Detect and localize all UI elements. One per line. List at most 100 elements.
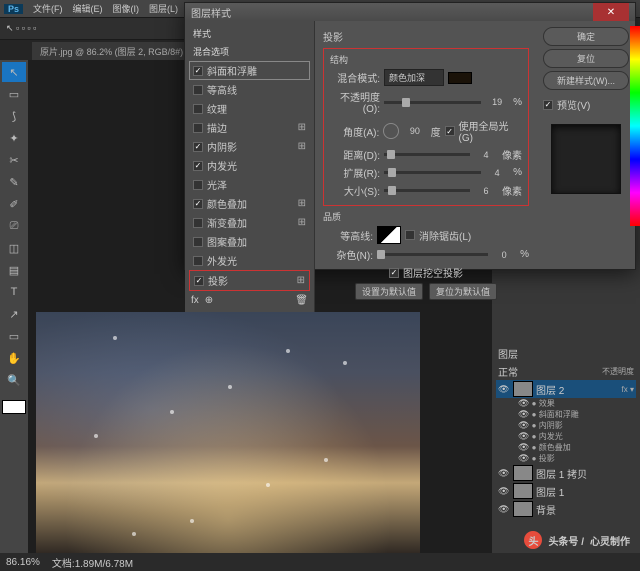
new-style-button[interactable]: 新建样式(W)... <box>543 71 629 90</box>
size-slider[interactable] <box>384 189 470 192</box>
layers-tab[interactable]: 图层 <box>496 344 636 363</box>
style-item[interactable]: 光泽 <box>189 175 310 194</box>
blend-select[interactable]: 颜色加深 <box>384 69 444 86</box>
lasso-tool[interactable]: ⟆ <box>2 106 26 126</box>
global-light-checkbox[interactable] <box>445 126 455 136</box>
fx-icon[interactable]: fx <box>191 295 199 306</box>
wand-tool[interactable]: ✦ <box>2 128 26 148</box>
menu-layer[interactable]: 图层(L) <box>145 2 182 15</box>
layer-row[interactable]: 👁 ● 内阴影 <box>496 420 636 431</box>
layer-thumb[interactable] <box>513 483 533 499</box>
style-item[interactable]: 颜色叠加⊞ <box>189 194 310 213</box>
style-checkbox[interactable] <box>193 180 203 190</box>
dialog-titlebar[interactable]: 图层样式 ✕ <box>185 3 635 21</box>
marquee-tool[interactable]: ▭ <box>2 84 26 104</box>
move-tool[interactable]: ↖ <box>2 62 26 82</box>
layer-row[interactable]: 👁 ● 斜面和浮雕 <box>496 409 636 420</box>
spread-value[interactable]: 4 <box>485 168 509 178</box>
eraser-tool[interactable]: ◫ <box>2 238 26 258</box>
style-item[interactable]: 等高线 <box>189 80 310 99</box>
plus-icon[interactable]: ⊞ <box>297 275 305 286</box>
layer-row[interactable]: 👁 ● 效果 <box>496 398 636 409</box>
noise-slider[interactable] <box>377 253 488 256</box>
visibility-icon[interactable]: 👁 <box>498 384 510 395</box>
angle-value[interactable]: 90 <box>403 126 427 136</box>
zoom-level[interactable]: 86.16% <box>6 557 40 568</box>
color-picker-strip[interactable] <box>630 26 640 226</box>
style-checkbox[interactable] <box>193 123 203 133</box>
spread-slider[interactable] <box>384 171 481 174</box>
style-checkbox[interactable] <box>193 85 203 95</box>
layer-name[interactable]: 图层 1 拷贝 <box>536 466 587 481</box>
style-item[interactable]: 内发光 <box>189 156 310 175</box>
style-item[interactable]: 描边⊞ <box>189 118 310 137</box>
cancel-button[interactable]: 复位 <box>543 49 629 68</box>
style-item[interactable]: 外发光 <box>189 251 310 270</box>
style-item[interactable]: 投影⊞ <box>189 270 310 291</box>
ok-button[interactable]: 确定 <box>543 27 629 46</box>
layer-name[interactable]: 图层 1 <box>536 484 564 499</box>
style-checkbox[interactable] <box>193 66 203 76</box>
crop-tool[interactable]: ✂ <box>2 150 26 170</box>
noise-value[interactable]: 0 <box>492 250 516 260</box>
visibility-icon[interactable]: 👁 <box>518 409 529 419</box>
preview-checkbox[interactable] <box>543 100 553 110</box>
shadow-color[interactable] <box>448 72 472 84</box>
zoom-tool[interactable]: 🔍 <box>2 370 26 390</box>
layer-thumb[interactable] <box>513 501 533 517</box>
menu-edit[interactable]: 编辑(E) <box>69 2 107 15</box>
hand-tool[interactable]: ✋ <box>2 348 26 368</box>
visibility-icon[interactable]: 👁 <box>518 431 529 441</box>
style-item[interactable]: 图案叠加 <box>189 232 310 251</box>
stamp-tool[interactable]: ⎚ <box>2 216 26 236</box>
menu-file[interactable]: 文件(F) <box>29 2 67 15</box>
document-tab[interactable]: 原片.jpg @ 86.2% (图层 2, RGB/8#) * <box>32 42 197 60</box>
style-item[interactable]: 渐变叠加⊞ <box>189 213 310 232</box>
layer-row[interactable]: 👁 ● 颜色叠加 <box>496 442 636 453</box>
distance-value[interactable]: 4 <box>474 150 498 160</box>
style-item[interactable]: 斜面和浮雕 <box>189 61 310 80</box>
text-tool[interactable]: T <box>2 282 26 302</box>
reset-default-button[interactable]: 复位为默认值 <box>429 283 497 300</box>
style-checkbox[interactable] <box>193 199 203 209</box>
trash-icon[interactable]: 🗑 <box>295 295 308 306</box>
layer-thumb[interactable] <box>513 381 533 397</box>
layer-row[interactable]: 👁 背景 <box>496 500 636 518</box>
contour-picker[interactable] <box>377 226 401 244</box>
style-item[interactable]: 内阴影⊞ <box>189 137 310 156</box>
antialias-checkbox[interactable] <box>405 230 415 240</box>
visibility-icon[interactable]: 👁 <box>498 486 510 497</box>
foreground-color[interactable] <box>2 400 26 414</box>
visibility-icon[interactable]: 👁 <box>518 398 529 408</box>
style-checkbox[interactable] <box>193 237 203 247</box>
plus-icon[interactable]: ⊞ <box>298 217 306 228</box>
style-checkbox[interactable] <box>193 142 203 152</box>
blend-options[interactable]: 混合选项 <box>189 43 310 60</box>
layer-name[interactable]: 图层 2 <box>536 382 564 397</box>
set-default-button[interactable]: 设置为默认值 <box>355 283 423 300</box>
style-checkbox[interactable] <box>194 276 204 286</box>
visibility-icon[interactable]: 👁 <box>518 453 529 463</box>
distance-slider[interactable] <box>384 153 470 156</box>
style-checkbox[interactable] <box>193 104 203 114</box>
plus-icon[interactable]: ⊞ <box>298 198 306 209</box>
layer-row[interactable]: 👁图层 1 拷贝 <box>496 464 636 482</box>
plus-icon[interactable]: ⊞ <box>298 141 306 152</box>
visibility-icon[interactable]: 👁 <box>498 504 510 515</box>
opacity-slider[interactable] <box>384 101 481 104</box>
plus-icon[interactable]: ⊞ <box>298 122 306 133</box>
style-checkbox[interactable] <box>193 256 203 266</box>
layer-row[interactable]: 👁 ● 投影 <box>496 453 636 464</box>
visibility-icon[interactable]: 👁 <box>518 420 529 430</box>
blend-mode[interactable]: 正常 <box>498 364 518 379</box>
size-value[interactable]: 6 <box>474 186 498 196</box>
layer-row[interactable]: 👁图层 2fx ▾ <box>496 380 636 398</box>
angle-dial[interactable] <box>383 123 399 139</box>
layer-row[interactable]: 👁 图层 1 <box>496 482 636 500</box>
style-checkbox[interactable] <box>193 218 203 228</box>
visibility-icon[interactable]: 👁 <box>518 442 529 452</box>
layer-name[interactable]: 背景 <box>536 502 556 517</box>
style-item[interactable]: 纹理 <box>189 99 310 118</box>
shape-tool[interactable]: ▭ <box>2 326 26 346</box>
gradient-tool[interactable]: ▤ <box>2 260 26 280</box>
